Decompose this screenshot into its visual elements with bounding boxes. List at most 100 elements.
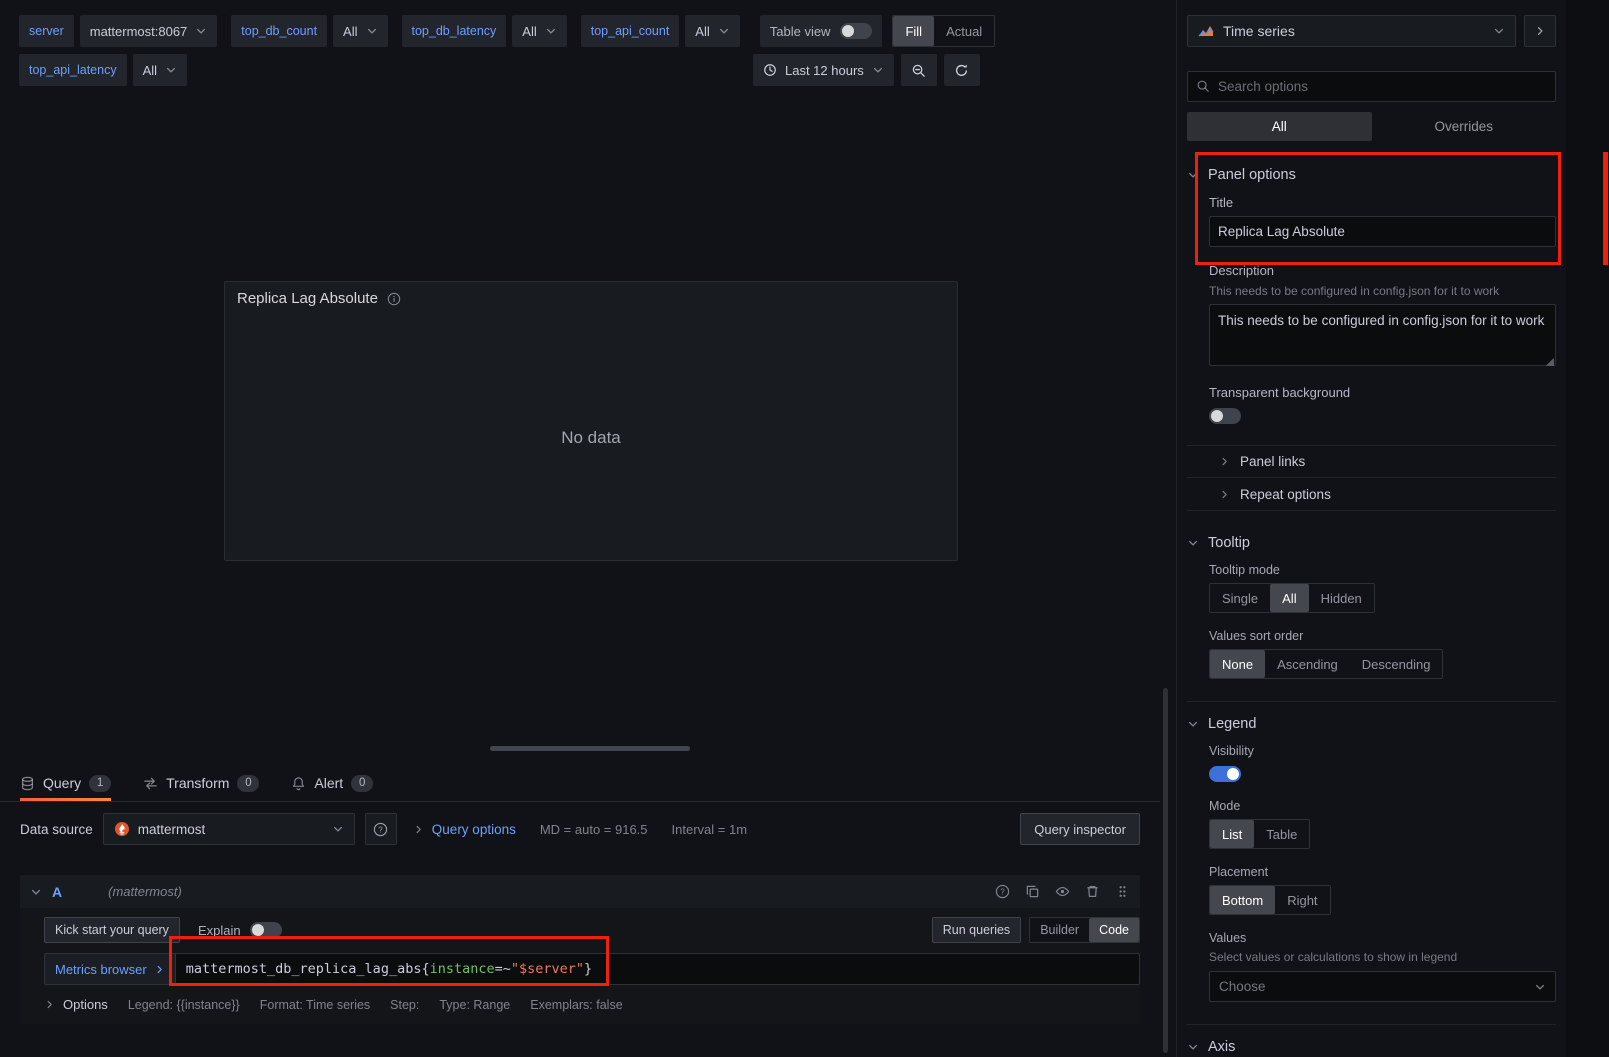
explain-label: Explain [198, 923, 241, 938]
legend-visibility-switch[interactable] [1209, 766, 1241, 782]
panel-links-row[interactable]: Panel links [1187, 445, 1556, 478]
tab-alert[interactable]: Alert 0 [291, 765, 373, 801]
variable-value-dropdown[interactable]: All [685, 15, 739, 47]
legend-mode-label: Mode [1209, 799, 1556, 813]
chevron-down-icon [1187, 718, 1199, 730]
promql-label-value: "$server" [511, 961, 584, 977]
tab-label: Query [43, 775, 81, 791]
transparent-background-switch[interactable] [1209, 408, 1241, 424]
variable-value-text: mattermost:8067 [90, 24, 188, 39]
vertical-scrollbar[interactable] [1163, 688, 1168, 1053]
visualization-picker[interactable]: Time series [1187, 15, 1516, 47]
tooltip-mode-hidden[interactable]: Hidden [1309, 584, 1374, 612]
option-format: Format: Time series [260, 998, 370, 1012]
datasource-picker[interactable]: mattermost [103, 813, 355, 845]
option-legend: Legend: {{instance}} [128, 998, 240, 1012]
fill-option[interactable]: Fill [893, 16, 934, 46]
sort-descending[interactable]: Descending [1350, 650, 1443, 678]
tab-query[interactable]: Query 1 [20, 765, 111, 801]
variable-label[interactable]: top_api_count [581, 15, 680, 47]
repeat-options-label: Repeat options [1240, 487, 1331, 502]
variable-value-dropdown[interactable]: All [512, 15, 566, 47]
actual-option[interactable]: Actual [934, 16, 994, 46]
run-queries-button[interactable]: Run queries [932, 917, 1021, 943]
filter-tab-overrides[interactable]: Overrides [1372, 112, 1557, 141]
table-view-switch[interactable] [840, 23, 872, 39]
chevron-down-icon [332, 823, 344, 835]
refresh-button[interactable] [944, 54, 980, 86]
tooltip-section-header[interactable]: Tooltip [1187, 535, 1556, 551]
textarea-resize-handle[interactable] [1545, 357, 1554, 366]
search-options-input[interactable] [1187, 71, 1556, 102]
query-inspector-button[interactable]: Query inspector [1020, 813, 1140, 845]
placement-bottom[interactable]: Bottom [1210, 886, 1275, 914]
tab-transform[interactable]: Transform 0 [143, 765, 259, 801]
repeat-options-row[interactable]: Repeat options [1187, 478, 1556, 511]
time-range-picker[interactable]: Last 12 hours [753, 54, 894, 86]
query-options-toggle[interactable]: Query options [413, 822, 516, 837]
variable-value-dropdown[interactable]: mattermost:8067 [80, 15, 218, 47]
tab-count-badge: 1 [89, 775, 111, 792]
datasource-help-button[interactable] [365, 813, 397, 845]
split-resize-handle[interactable] [490, 746, 690, 751]
option-type: Type: Range [439, 998, 510, 1012]
variable-value-dropdown[interactable]: All [133, 54, 187, 86]
filter-tab-all[interactable]: All [1187, 112, 1372, 141]
chevron-down-icon [1534, 981, 1546, 993]
section-divider [1187, 1024, 1556, 1025]
section-title: Panel options [1208, 167, 1296, 183]
tooltip-mode-group: Single All Hidden [1209, 583, 1375, 613]
duplicate-query-icon[interactable] [1025, 884, 1040, 899]
chevron-right-icon [1534, 25, 1546, 37]
disable-query-icon[interactable] [1055, 884, 1070, 899]
info-icon[interactable] [387, 292, 401, 306]
chevron-down-icon [1187, 169, 1199, 181]
sort-none[interactable]: None [1210, 650, 1265, 678]
variable-label[interactable]: top_api_latency [19, 54, 127, 86]
axis-section-header[interactable]: Axis [1187, 1039, 1556, 1055]
query-help-icon[interactable] [995, 884, 1010, 899]
legend-mode-table[interactable]: Table [1254, 820, 1309, 848]
chevron-down-icon [165, 64, 177, 76]
chevron-down-icon[interactable] [30, 886, 42, 898]
zoom-out-button[interactable] [901, 54, 937, 86]
promql-close-brace: } [584, 961, 592, 977]
promql-metric: mattermost_db_replica_lag_abs [186, 961, 422, 977]
sort-ascending[interactable]: Ascending [1265, 650, 1350, 678]
tab-count-badge: 0 [237, 775, 259, 792]
collapse-pane-button[interactable] [1524, 15, 1556, 47]
time-controls: Last 12 hours [753, 54, 980, 86]
query-options-row[interactable]: Options Legend: {{instance}} Format: Tim… [44, 997, 1140, 1012]
panel-title-input[interactable] [1209, 216, 1556, 247]
legend-mode-list[interactable]: List [1210, 820, 1254, 848]
panel-description-textarea[interactable]: This needs to be configured in config.js… [1209, 304, 1556, 366]
explain-switch[interactable] [250, 922, 282, 938]
panel-title: Replica Lag Absolute [237, 290, 378, 307]
dashboard-panel[interactable]: Replica Lag Absolute No data [224, 281, 958, 561]
legend-section-header[interactable]: Legend [1187, 716, 1556, 732]
variable-label[interactable]: top_db_latency [402, 15, 507, 47]
code-option[interactable]: Code [1089, 918, 1139, 942]
placement-right[interactable]: Right [1275, 886, 1329, 914]
variables-toolbar-row1: server mattermost:8067 top_db_count All … [19, 15, 995, 47]
drag-handle-icon[interactable] [1115, 884, 1130, 899]
tooltip-mode-single[interactable]: Single [1210, 584, 1270, 612]
variable-label[interactable]: server [19, 15, 74, 47]
panel-options-section-header[interactable]: Panel options [1187, 167, 1556, 183]
legend-values-select[interactable]: Choose [1209, 971, 1556, 1002]
prometheus-icon [114, 821, 130, 837]
kick-start-button[interactable]: Kick start your query [44, 917, 180, 943]
metrics-browser-button[interactable]: Metrics browser [44, 953, 175, 985]
query-row-header[interactable]: A (mattermost) [20, 875, 1140, 908]
tooltip-mode-all[interactable]: All [1270, 584, 1308, 612]
question-circle-icon [373, 822, 388, 837]
delete-query-icon[interactable] [1085, 884, 1100, 899]
variable-value-dropdown[interactable]: All [333, 15, 387, 47]
builder-option[interactable]: Builder [1030, 918, 1089, 942]
chevron-right-icon [413, 824, 424, 835]
variable-label[interactable]: top_db_count [231, 15, 327, 47]
promql-open-brace: { [421, 961, 429, 977]
chevron-down-icon [1493, 25, 1505, 37]
option-exemplars: Exemplars: false [530, 998, 622, 1012]
promql-input[interactable]: mattermost_db_replica_lag_abs{instance=~… [175, 953, 1140, 985]
